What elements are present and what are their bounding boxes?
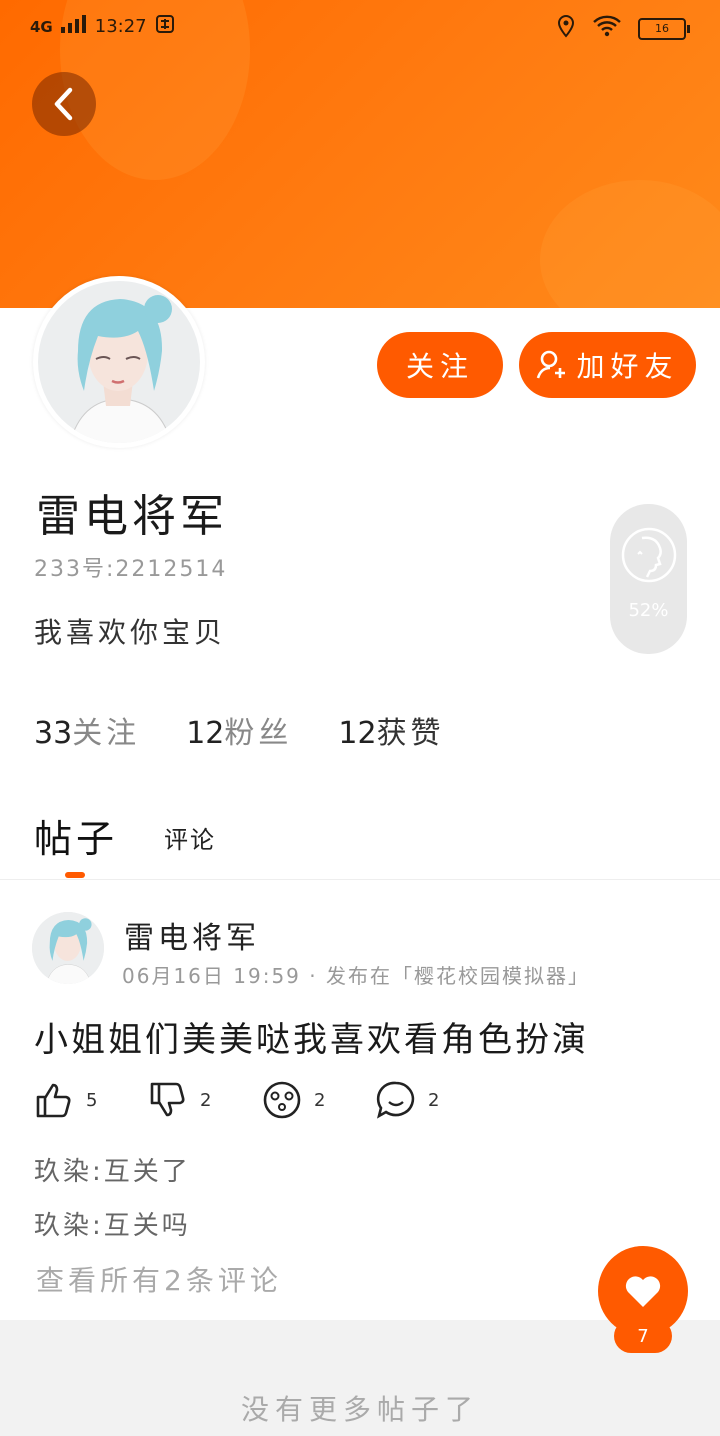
surprised-face-icon [263, 1081, 301, 1119]
face-profile-icon [621, 527, 677, 583]
stat-following[interactable]: 33关注 [34, 708, 140, 752]
add-friend-button[interactable]: 加好友 [519, 332, 696, 398]
comment-button[interactable]: 2 [376, 1080, 439, 1120]
thumbs-down-icon [150, 1082, 185, 1117]
profile-name: 雷电将军 [36, 491, 228, 542]
view-all-comments-link[interactable]: 查看所有2条评论 [36, 1259, 282, 1299]
profile-avatar[interactable] [33, 276, 205, 448]
stat-count: 12 [186, 716, 225, 751]
clock: 13:27 [94, 16, 147, 37]
add-user-icon [537, 350, 566, 379]
heart-icon [625, 1276, 661, 1307]
like-fab-count: 7 [614, 1319, 672, 1353]
comment-preview[interactable]: 玖染:互关吗 [34, 1205, 191, 1242]
battery-icon: 16 [638, 17, 690, 40]
stat-likes[interactable]: 12获赞 [338, 708, 444, 752]
stat-label: 获赞 [376, 716, 445, 751]
comment-count: 2 [428, 1089, 440, 1111]
no-more-posts-text: 没有更多帖子了 [240, 1393, 479, 1426]
comment-bubble-icon [376, 1081, 415, 1119]
follow-button[interactable]: 关注 [377, 332, 503, 398]
tab-indicator [65, 872, 85, 878]
stat-label: 粉丝 [224, 716, 293, 751]
profile-stats: 33关注 12粉丝 12获赞 [34, 708, 445, 752]
post-author-name[interactable]: 雷电将军 [124, 913, 260, 957]
similarity-value: 52% [628, 600, 669, 621]
stat-fans[interactable]: 12粉丝 [186, 708, 292, 752]
chevron-left-icon [54, 87, 73, 121]
reaction-button[interactable]: 2 [262, 1080, 325, 1120]
tab-posts[interactable]: 帖子 [34, 808, 118, 863]
profile-uid: 233号:2212514 [34, 557, 228, 582]
battery-level: 16 [655, 22, 669, 35]
stat-count: 33 [34, 716, 73, 751]
wifi-icon [592, 15, 622, 42]
stat-count: 12 [338, 716, 377, 751]
post-actions: 5 2 2 2 [34, 1080, 474, 1122]
post-content[interactable]: 小姐姐们美美哒我喜欢看角色扮演 [34, 1012, 589, 1061]
post-author-avatar[interactable] [32, 912, 104, 984]
like-button[interactable]: 5 [34, 1080, 97, 1120]
reaction-count: 2 [314, 1089, 326, 1111]
dislike-button[interactable]: 2 [148, 1080, 211, 1120]
like-count: 5 [86, 1089, 98, 1111]
similarity-badge[interactable]: 52% [610, 504, 687, 654]
tab-comments[interactable]: 评论 [164, 820, 216, 855]
status-bar: 4G 13:27 16 [0, 0, 720, 56]
comment-preview[interactable]: 玖染:互关了 [34, 1151, 191, 1188]
banner-decoration [540, 180, 720, 308]
follow-button-label: 关注 [405, 350, 474, 383]
thumbs-up-icon [36, 1083, 71, 1118]
stat-label: 关注 [72, 716, 141, 751]
post-meta: 06月16日 19:59 · 发布在「樱花校园模拟器」 [122, 964, 590, 988]
divider [0, 879, 720, 880]
network-label: 4G [30, 17, 53, 36]
signal-icon [60, 15, 87, 38]
add-friend-button-label: 加好友 [576, 350, 679, 383]
app-notification-icon [155, 14, 175, 39]
back-button[interactable] [32, 72, 96, 136]
location-icon [556, 14, 576, 43]
profile-bio: 我喜欢你宝贝 [34, 616, 227, 649]
dislike-count: 2 [200, 1089, 212, 1111]
